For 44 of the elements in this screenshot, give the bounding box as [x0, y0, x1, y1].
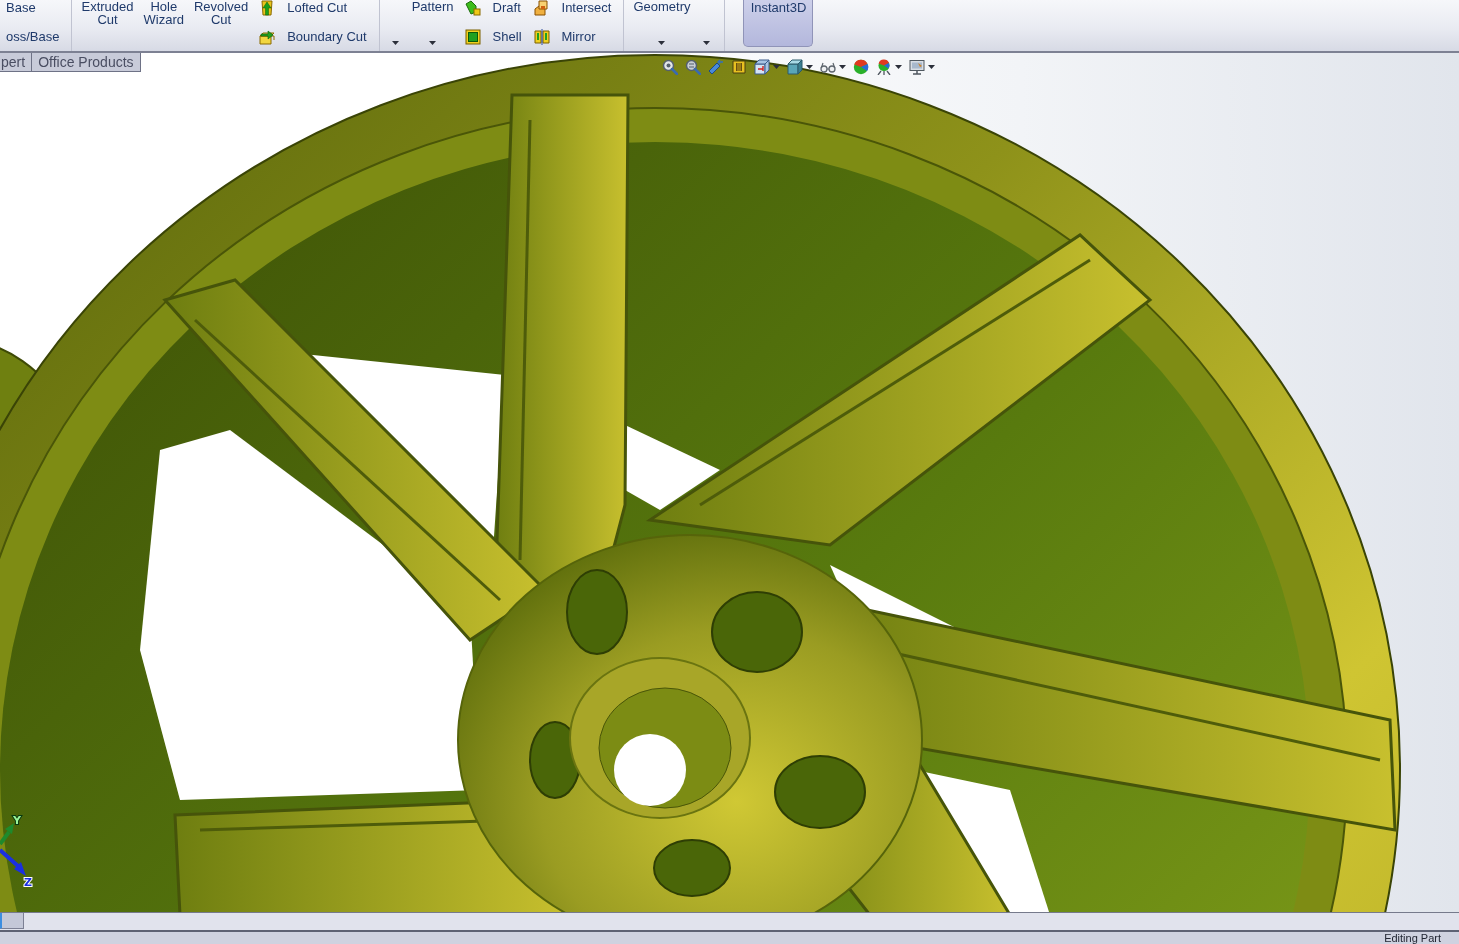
- caret-icon[interactable]: [391, 41, 399, 45]
- sphere-on-stand-icon[interactable]: [876, 59, 892, 75]
- ribbon-button[interactable]: Base: [6, 0, 36, 16]
- ribbon-button[interactable]: Pattern: [411, 0, 454, 13]
- ribbon-button[interactable]: Lofted Cut: [259, 0, 348, 16]
- magnifier-icon[interactable]: [685, 59, 701, 75]
- telescope-icon[interactable]: [708, 59, 724, 75]
- axis-arrow: [0, 848, 26, 876]
- caret-icon[interactable]: [658, 41, 666, 45]
- ribbon-button[interactable]: Intersect: [533, 0, 612, 16]
- magnifier-icon[interactable]: [662, 59, 678, 75]
- tab[interactable]: pert: [0, 53, 33, 72]
- tab[interactable]: Office Products: [31, 53, 141, 72]
- cut-block-icon[interactable]: [731, 59, 747, 75]
- color-sphere-icon[interactable]: [853, 59, 869, 75]
- ribbon-button[interactable]: oss/Base: [6, 29, 60, 45]
- hollow-cube-icon: [464, 29, 481, 45]
- ribbon-button[interactable]: Boundary Cut: [259, 29, 367, 45]
- monitor-icon[interactable]: [909, 59, 925, 75]
- caret-icon[interactable]: [839, 65, 846, 69]
- axis-arrow: [0, 823, 14, 846]
- box-arrow-icon: [259, 29, 276, 45]
- caret-icon[interactable]: [928, 65, 935, 69]
- caret-icon[interactable]: [895, 65, 902, 69]
- axis-label: Z: [24, 876, 32, 888]
- ribbon-button[interactable]: Mirror: [533, 29, 596, 45]
- arrow-block-icon: [259, 0, 276, 16]
- instant3d-button[interactable]: Instant3D: [743, 0, 814, 47]
- cube-icon[interactable]: [787, 59, 803, 75]
- caret-icon[interactable]: [703, 41, 711, 45]
- ribbon-button[interactable]: Revolved Cut: [194, 0, 249, 26]
- status-text: Editing Part: [1384, 932, 1441, 944]
- axis-label: Y: [13, 814, 21, 827]
- ribbon-button[interactable]: Draft: [464, 0, 521, 16]
- blocks-icon: [464, 0, 481, 16]
- ribbon-button[interactable]: Extruded Cut: [81, 0, 134, 26]
- ribbon-button[interactable]: Hole Wizard: [143, 0, 184, 26]
- mirrored-blocks-icon: [533, 29, 550, 45]
- caret-icon[interactable]: [429, 41, 437, 45]
- ribbon-button[interactable]: Geometry: [633, 0, 691, 13]
- caret-icon[interactable]: [806, 65, 813, 69]
- intersecting-blocks-icon: [533, 0, 550, 16]
- ribbon-button[interactable]: Shell: [464, 29, 522, 45]
- cube-icon[interactable]: [754, 59, 770, 75]
